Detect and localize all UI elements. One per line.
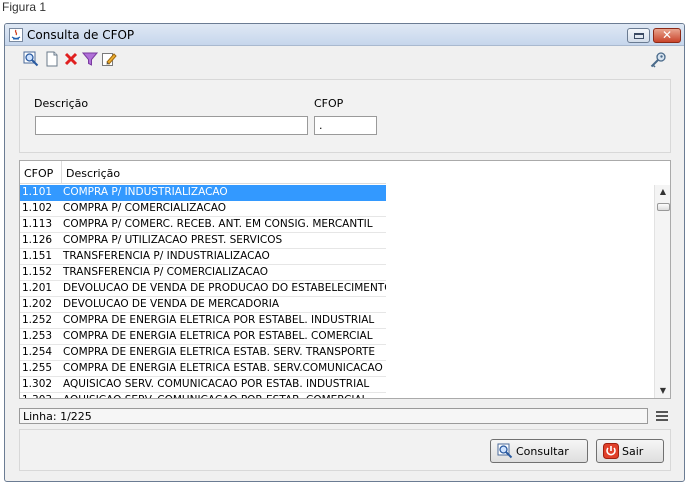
sair-label: Sair <box>622 445 644 458</box>
cell-cfop: 1.254 <box>22 346 53 358</box>
table-row[interactable]: 1.113 COMPRA P/ COMERC. RECEB. ANT. EM CO… <box>20 217 386 233</box>
cell-cfop: 1.303 <box>22 394 52 398</box>
consultar-button[interactable]: Consultar <box>490 439 588 463</box>
grid-header: CFOP Descrição <box>20 161 386 184</box>
column-header-cfop[interactable]: CFOP <box>24 167 53 180</box>
descricao-label: Descrição <box>34 97 89 110</box>
table-row[interactable]: 1.126 COMPRA P/ UTILIZACAO PREST. SERVICO… <box>20 233 386 249</box>
restore-icon <box>634 33 644 39</box>
cell-descricao: AQUISICAO SERV. COMUNICACAO POR ESTAB. C… <box>63 394 368 398</box>
cfop-label: CFOP <box>314 97 344 110</box>
cell-cfop: 1.152 <box>22 266 53 278</box>
cell-cfop: 1.126 <box>22 234 53 246</box>
table-row[interactable]: 1.252 COMPRA DE ENERGIA ELETRICA POR ESTA… <box>20 313 386 329</box>
toolbar <box>5 46 684 72</box>
new-document-icon[interactable] <box>44 51 60 67</box>
cell-cfop: 1.113 <box>22 218 53 230</box>
consultar-label: Consultar <box>516 445 569 458</box>
sair-button[interactable]: Sair <box>596 439 664 463</box>
cfop-grid: CFOP Descrição 1.101 COMPRA P/ INDUSTRIAL… <box>19 160 671 399</box>
close-icon: ✕ <box>661 28 673 42</box>
cell-cfop: 1.253 <box>22 330 53 342</box>
title-bar[interactable]: Consulta de CFOP ✕ <box>5 24 684 46</box>
menu-icon[interactable] <box>655 409 669 423</box>
restore-button[interactable] <box>627 28 650 43</box>
cell-cfop: 1.302 <box>22 378 53 390</box>
table-row[interactable]: 1.253 COMPRA DE ENERGIA ELETRICA POR ESTA… <box>20 329 386 345</box>
grid-body: 1.101 COMPRA P/ INDUSTRIALIZACAO 1.102 COMP… <box>20 185 386 398</box>
descricao-input[interactable] <box>35 116 308 135</box>
cell-descricao: COMPRA P/ INDUSTRIALIZACAO <box>63 186 228 198</box>
cell-descricao: TRANSFERENCIA P/ INDUSTRIALIZACAO <box>63 250 270 262</box>
cell-cfop: 1.201 <box>22 282 53 294</box>
cfop-query-window: Consulta de CFOP ✕ Descrição CFOP . CFOP… <box>4 23 685 482</box>
vertical-scrollbar[interactable]: ▲ ▼ <box>654 185 670 398</box>
table-row[interactable]: 1.255 COMPRA DE ENERGIA ELETRICA ESTAB. S… <box>20 361 386 377</box>
cell-descricao: COMPRA P/ COMERC. RECEB. ANT. EM CONSIG.… <box>63 218 373 230</box>
cfop-input[interactable] <box>314 116 377 135</box>
table-row[interactable]: 1.151 TRANSFERENCIA P/ INDUSTRIALIZACAO <box>20 249 386 265</box>
cell-cfop: 1.202 <box>22 298 53 310</box>
table-row[interactable]: 1.152 TRANSFERENCIA P/ COMERCIALIZACAO <box>20 265 386 281</box>
figure-caption: Figura 1 <box>2 0 47 14</box>
cell-descricao: COMPRA DE ENERGIA ELETRICA ESTAB. SERV. … <box>63 346 376 358</box>
cell-descricao: COMPRA P/ COMERCIALIZACAO <box>63 202 226 214</box>
table-row[interactable]: 1.201 DEVOLUCAO DE VENDA DE PRODUCAO DO E… <box>20 281 386 297</box>
row-status: Linha: 1/225 <box>19 408 648 424</box>
cell-cfop: 1.252 <box>22 314 53 326</box>
search-icon[interactable] <box>23 51 39 67</box>
cell-descricao: DEVOLUCAO DE VENDA DE PRODUCAO DO ESTABE… <box>63 282 386 294</box>
scroll-up-arrow-icon[interactable]: ▲ <box>655 187 670 196</box>
window-title: Consulta de CFOP <box>27 28 135 42</box>
cell-descricao: TRANSFERENCIA P/ COMERCIALIZACAO <box>63 266 269 278</box>
edit-icon[interactable] <box>101 51 117 67</box>
cell-cfop: 1.151 <box>22 250 53 262</box>
table-row[interactable]: 1.302 AQUISICAO SERV. COMUNICACAO POR EST… <box>20 377 386 393</box>
cell-descricao: AQUISICAO SERV. COMUNICACAO POR ESTAB. I… <box>63 378 370 390</box>
cell-cfop: 1.255 <box>22 362 53 374</box>
cell-descricao: COMPRA DE ENERGIA ELETRICA POR ESTABEL. … <box>63 314 375 326</box>
cell-descricao: COMPRA DE ENERGIA ELETRICA POR ESTABEL. … <box>63 330 373 342</box>
scroll-down-arrow-icon[interactable]: ▼ <box>655 386 670 395</box>
table-row[interactable]: 1.202 DEVOLUCAO DE VENDA DE MERCADORIA <box>20 297 386 313</box>
table-row[interactable]: 1.101 COMPRA P/ INDUSTRIALIZACAO <box>20 185 386 201</box>
search-icon <box>497 443 513 459</box>
java-app-icon <box>9 28 23 42</box>
table-row[interactable]: 1.303 AQUISICAO SERV. COMUNICACAO POR EST… <box>20 393 386 398</box>
power-icon <box>603 443 619 459</box>
cell-cfop: 1.101 <box>22 186 53 198</box>
scroll-thumb[interactable] <box>657 203 670 211</box>
cell-descricao: COMPRA DE ENERGIA ELETRICA ESTAB. SERV.C… <box>63 362 383 374</box>
column-header-descricao[interactable]: Descrição <box>66 167 120 180</box>
delete-icon[interactable] <box>63 51 79 67</box>
action-panel: Consultar Sair <box>19 429 671 471</box>
column-divider[interactable] <box>61 161 62 184</box>
cell-descricao: COMPRA P/ UTILIZACAO PREST. SERVICOS <box>63 234 283 246</box>
filter-icon[interactable] <box>82 51 98 67</box>
key-icon[interactable] <box>649 51 667 69</box>
cell-descricao: DEVOLUCAO DE VENDA DE MERCADORIA <box>63 298 280 310</box>
filter-panel: Descrição CFOP <box>19 79 671 153</box>
cell-cfop: 1.102 <box>22 202 53 214</box>
table-row[interactable]: 1.102 COMPRA P/ COMERCIALIZACAO <box>20 201 386 217</box>
table-row[interactable]: 1.254 COMPRA DE ENERGIA ELETRICA ESTAB. S… <box>20 345 386 361</box>
close-window-button[interactable]: ✕ <box>653 28 681 43</box>
